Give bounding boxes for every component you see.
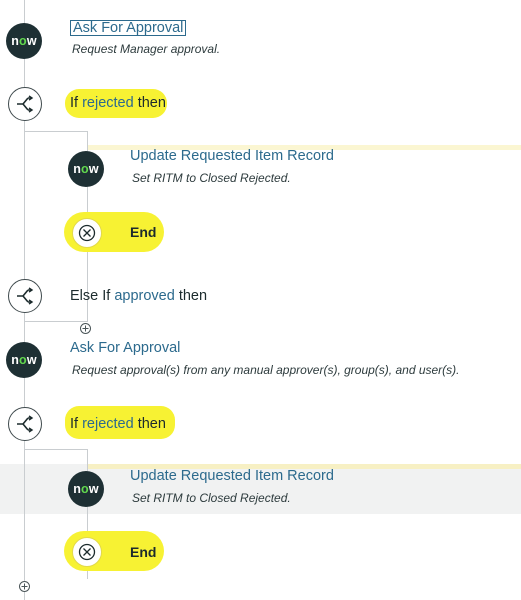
add-icon[interactable] <box>19 581 30 592</box>
condition-if-rejected[interactable]: If rejected then <box>70 416 166 432</box>
step-title-update-requested-item[interactable]: Update Requested Item Record <box>130 148 334 164</box>
step-description: Request Manager approval. <box>72 42 221 56</box>
end-x-icon[interactable] <box>72 537 102 567</box>
flow-main-connector <box>24 464 25 514</box>
end-label: End <box>130 224 157 240</box>
servicenow-logo-icon: now <box>6 342 42 378</box>
end-label: End <box>130 544 157 560</box>
step-title-ask-for-approval[interactable]: Ask For Approval <box>70 340 180 356</box>
flow-branch-hline-2 <box>24 321 88 322</box>
step-title-update-requested-item[interactable]: Update Requested Item Record <box>130 468 334 484</box>
end-x-icon[interactable] <box>72 218 102 248</box>
condition-keyword: approved <box>114 288 175 304</box>
branch-icon[interactable] <box>8 407 42 441</box>
condition-suffix: then <box>137 416 166 432</box>
add-icon[interactable] <box>80 323 91 334</box>
condition-prefix: If <box>70 416 79 432</box>
condition-keyword: rejected <box>82 416 134 432</box>
servicenow-logo-icon: now <box>68 151 104 187</box>
condition-if-rejected[interactable]: If rejected then <box>70 95 166 111</box>
condition-prefix: Else If <box>70 288 111 304</box>
condition-else-if-approved[interactable]: Else If approved then <box>70 288 207 304</box>
step-description: Set RITM to Closed Rejected. <box>132 491 291 505</box>
step-description: Set RITM to Closed Rejected. <box>132 171 291 185</box>
flow-branch-hline-3 <box>24 449 88 450</box>
servicenow-logo-icon: now <box>68 471 104 507</box>
servicenow-logo-icon: now <box>6 23 42 59</box>
condition-keyword: rejected <box>82 95 134 111</box>
branch-icon[interactable] <box>8 87 42 121</box>
condition-prefix: If <box>70 95 79 111</box>
step-title-ask-for-approval[interactable]: Ask For Approval <box>70 20 187 36</box>
flow-branch-hline-1 <box>24 131 88 132</box>
step-description: Request approval(s) from any manual appr… <box>72 363 460 377</box>
condition-suffix: then <box>178 288 208 304</box>
branch-icon[interactable] <box>8 279 42 313</box>
condition-suffix: then <box>137 95 166 111</box>
